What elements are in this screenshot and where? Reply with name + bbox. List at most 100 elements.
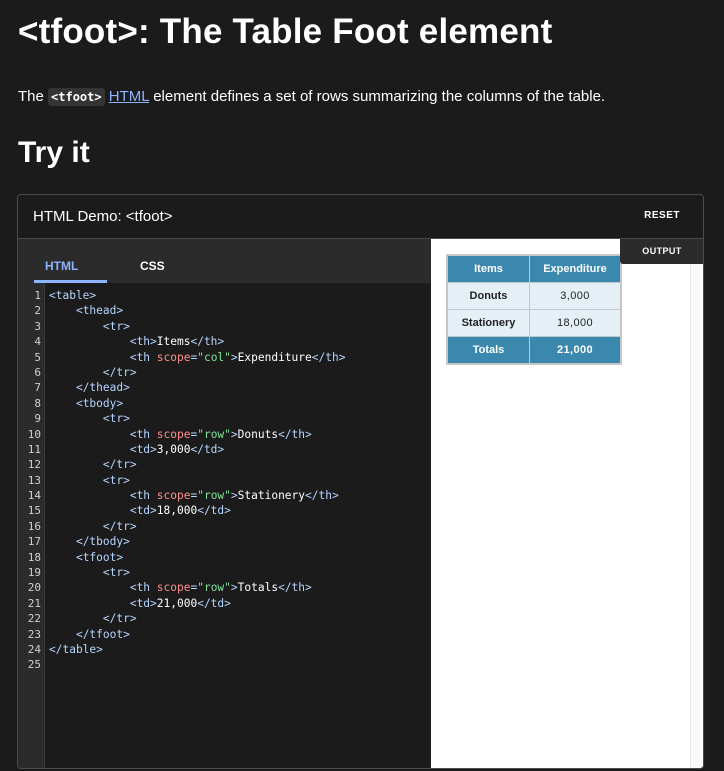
line-number: 24 xyxy=(27,642,41,656)
code-token-attr: scope xyxy=(156,427,191,441)
code-token-text: Expenditure xyxy=(237,350,312,364)
line-number: 21 xyxy=(27,596,41,610)
code-token-indent xyxy=(49,612,103,625)
code-line: 14 <th scope="row">Stationery</th> xyxy=(18,488,431,503)
code-token-indent xyxy=(49,535,76,548)
code-line: 5 <th scope="col">Expenditure</th> xyxy=(18,350,431,365)
line-number: 14 xyxy=(27,489,41,503)
code-line: 1 <table> xyxy=(18,288,431,303)
code-token-tag: <thead> xyxy=(75,304,124,318)
line-number: 23 xyxy=(27,627,41,641)
code-line: 23 </tfoot> xyxy=(18,627,431,642)
code-line: 11 <td>3,000</td> xyxy=(18,442,431,457)
row-header-cell: Donuts xyxy=(446,282,530,310)
code-token-tag: <tr> xyxy=(102,412,130,426)
code-token-tag: </th> xyxy=(311,350,346,364)
code-token-tag: > xyxy=(230,581,238,595)
code-token-indent xyxy=(49,351,130,364)
code-token-tag: > xyxy=(230,427,238,441)
html-link[interactable]: HTML xyxy=(109,88,149,105)
table-foot: Totals 21,000 xyxy=(446,336,622,365)
intro-paragraph: The <tfoot> HTML element defines a set o… xyxy=(18,88,605,106)
line-number: 15 xyxy=(27,504,41,518)
code-content[interactable]: 1 <table> 2 <thead> 3 <tr> 4 <th>Items</th> 5… xyxy=(18,288,431,673)
code-line: 18 <tfoot> xyxy=(18,550,431,565)
output-panel: Items Expenditure Donuts 3,000 Stationer… xyxy=(431,239,703,768)
code-token-attr: scope xyxy=(156,489,191,503)
code-text: </tr> xyxy=(49,365,137,380)
code-text: <th scope="row">Donuts</th> xyxy=(49,427,312,442)
line-number: 2 xyxy=(34,304,41,318)
tab-html[interactable]: HTML xyxy=(45,259,78,273)
code-editor: HTML CSS 1 <table> 2 <thead> 3 <tr> 4 <th > It… xyxy=(18,239,431,768)
intro-text-before: The xyxy=(18,88,49,105)
code-token-indent xyxy=(49,335,130,348)
code-token-text: Donuts xyxy=(237,427,279,441)
code-token-tag: <td> xyxy=(129,596,157,610)
code-token-indent xyxy=(49,474,103,487)
code-token-indent xyxy=(49,304,76,317)
code-token-tag: </tr> xyxy=(102,365,137,379)
code-token-tag: <td> xyxy=(129,504,157,518)
reset-button[interactable]: RESET xyxy=(644,210,680,221)
code-token-indent xyxy=(49,412,103,425)
line-number: 4 xyxy=(34,335,41,349)
output-tab[interactable]: OUTPUT xyxy=(620,239,703,264)
code-text: </thead> xyxy=(49,380,130,395)
table-head: Items Expenditure xyxy=(446,254,622,283)
code-line: 24 </table> xyxy=(18,642,431,657)
demo-title: HTML Demo: <tfoot> xyxy=(33,208,173,225)
code-text: <th scope="row">Totals</th> xyxy=(49,580,312,595)
code-text: <tr> xyxy=(49,319,130,334)
code-line: 7 </thead> xyxy=(18,380,431,395)
code-token-tag: </td> xyxy=(197,596,231,610)
intro-code: <tfoot> xyxy=(48,88,105,106)
code-token-text: 3,000 xyxy=(156,442,191,456)
code-token-val: "row" xyxy=(197,489,231,503)
code-token-attr: scope xyxy=(156,350,191,364)
code-token-tag: <tbody> xyxy=(75,396,124,410)
code-text: </tfoot> xyxy=(49,627,130,642)
line-number: 17 xyxy=(27,535,41,549)
code-token-text: 18,000 xyxy=(156,504,198,518)
code-token-tag: </thead> xyxy=(75,381,130,395)
code-line: 21 <td>21,000</td> xyxy=(18,596,431,611)
code-line: 17 </tbody> xyxy=(18,534,431,549)
code-token-text: Totals xyxy=(237,581,279,595)
code-line: 16 </tr> xyxy=(18,519,431,534)
code-text: <td>3,000</td> xyxy=(49,442,224,457)
table-row: Donuts 3,000 xyxy=(446,282,622,310)
code-token-tag: </th> xyxy=(278,427,312,441)
output-scrollbar[interactable] xyxy=(690,264,703,768)
line-number: 1 xyxy=(34,289,41,302)
code-text: </tr> xyxy=(49,457,137,472)
output-table: Items Expenditure Donuts 3,000 Stationer… xyxy=(446,254,622,365)
code-token-tag: <th xyxy=(129,489,157,503)
code-token-text: Items xyxy=(156,335,191,349)
tab-css[interactable]: CSS xyxy=(140,259,165,273)
code-token-tag: <tfoot> xyxy=(75,550,124,564)
line-number: 22 xyxy=(27,612,41,626)
code-token-tag: <th xyxy=(129,350,157,364)
code-token-indent xyxy=(49,520,103,533)
code-token-val: "col" xyxy=(197,350,231,364)
line-number: 9 xyxy=(34,412,41,426)
code-text: <tr> xyxy=(49,411,130,426)
code-line: 9 <tr> xyxy=(18,411,431,426)
line-number: 16 xyxy=(27,519,41,533)
line-number: 7 xyxy=(34,381,41,395)
code-line: 12 </tr> xyxy=(18,457,431,472)
code-text: <th scope="col">Expenditure</th> xyxy=(49,350,346,365)
code-line: 3 <tr> xyxy=(18,319,431,334)
code-token-indent xyxy=(49,443,130,456)
code-token-indent xyxy=(49,566,103,579)
table-row: Stationery 18,000 xyxy=(446,309,622,337)
code-token-tag: <tr> xyxy=(102,319,130,333)
code-text: </tr> xyxy=(49,519,137,534)
page-title: <tfoot>: The Table Foot element xyxy=(18,12,553,51)
table-row: Items Expenditure xyxy=(446,254,622,283)
header-cell-expenditure: Expenditure xyxy=(529,254,622,283)
code-token-tag: > xyxy=(230,489,238,503)
line-number: 11 xyxy=(27,442,41,456)
code-token-text: 21,000 xyxy=(156,596,198,610)
